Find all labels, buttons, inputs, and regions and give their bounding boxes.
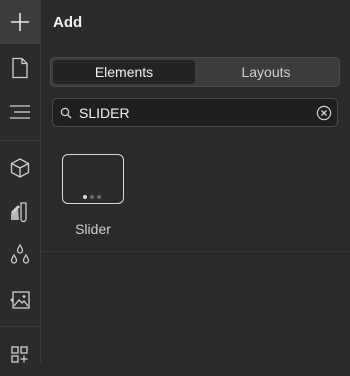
rail-divider	[0, 140, 40, 141]
add-panel: Add Elements Layouts Slider	[41, 0, 350, 363]
navigator-icon	[10, 105, 30, 119]
droplets-icon	[10, 243, 30, 264]
slider-dot	[90, 195, 94, 199]
results-divider	[41, 251, 350, 252]
left-toolbar	[0, 0, 41, 363]
page-icon	[12, 57, 28, 79]
close-icon	[316, 105, 332, 120]
slider-icon	[62, 154, 124, 204]
slider-dot	[97, 195, 101, 199]
search-input[interactable]	[79, 104, 311, 121]
result-label: Slider	[75, 221, 111, 237]
symbols-panel-button[interactable]	[0, 146, 40, 190]
navigator-panel-button[interactable]	[0, 90, 40, 134]
components-icon	[11, 346, 28, 363]
box-icon	[10, 158, 30, 178]
clear-search-button[interactable]	[311, 105, 337, 121]
assets-panel-button[interactable]	[0, 278, 40, 322]
add-panel-button[interactable]	[0, 0, 40, 44]
tab-layouts[interactable]: Layouts	[195, 60, 337, 84]
plus-icon	[11, 13, 29, 31]
slider-dot-active	[83, 195, 87, 199]
color-swatches-button[interactable]	[0, 234, 40, 278]
tab-elements[interactable]: Elements	[53, 60, 195, 84]
pages-panel-button[interactable]	[0, 46, 40, 90]
image-icon	[10, 291, 30, 309]
rail-divider	[0, 326, 40, 327]
search-field	[52, 98, 338, 127]
paint-icon	[11, 202, 27, 223]
panel-title: Add	[53, 14, 83, 31]
style-manager-button[interactable]	[0, 190, 40, 234]
search-icon	[53, 107, 79, 119]
panel-tabs: Elements Layouts	[50, 57, 340, 87]
apps-panel-button[interactable]	[0, 332, 40, 376]
